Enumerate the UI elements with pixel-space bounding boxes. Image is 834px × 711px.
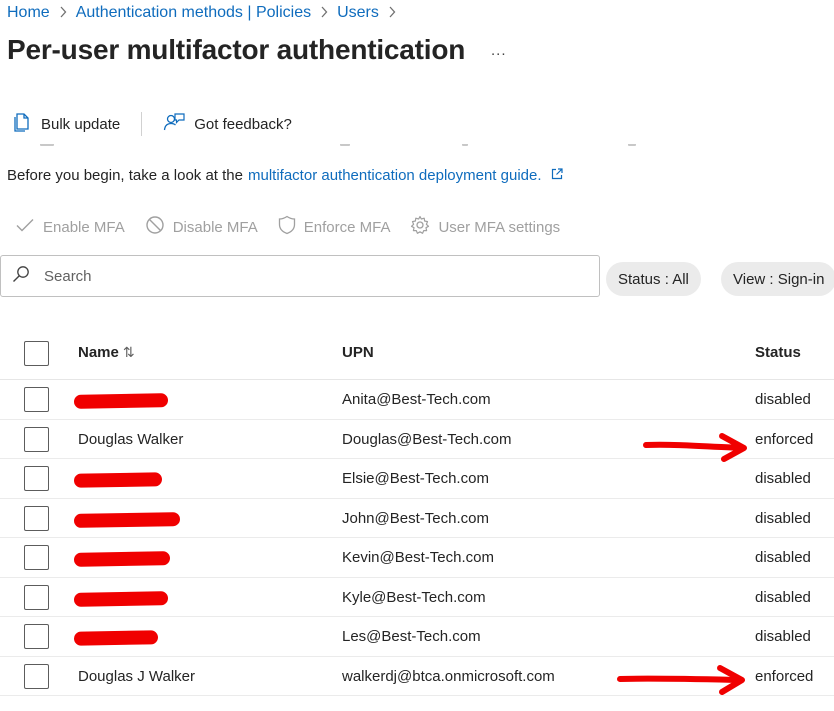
chevron-right-icon <box>388 5 396 21</box>
column-header-status: Status <box>755 344 801 361</box>
row-checkbox[interactable] <box>24 584 49 610</box>
table-header: Name ⇅ UPN Status <box>0 327 834 380</box>
bulk-update-button[interactable]: Bulk update <box>14 112 120 136</box>
breadcrumb-home[interactable]: Home <box>7 4 50 22</box>
table-row[interactable]: Douglas Walker Douglas@Best-Tech.com enf… <box>0 420 834 459</box>
redaction-mark <box>73 551 171 567</box>
mfa-action-bar: Enable MFA Disable MFA Enforce MFA User … <box>15 215 560 239</box>
info-text: Before you begin, take a look at the <box>7 167 243 184</box>
enforce-mfa-button[interactable]: Enforce MFA <box>278 215 391 239</box>
user-status: disabled <box>755 588 811 606</box>
checkmark-icon <box>15 217 35 237</box>
user-upn: Kevin@Best-Tech.com <box>342 549 494 566</box>
row-checkbox[interactable] <box>24 466 49 491</box>
table-row[interactable]: Kevin@Best-Tech.com disabled <box>0 538 834 578</box>
user-upn: Les@Best-Tech.com <box>342 628 481 645</box>
gear-icon <box>410 215 430 239</box>
enable-mfa-label: Enable MFA <box>43 218 125 236</box>
bulk-update-icon <box>14 112 32 136</box>
redaction-mark <box>73 472 163 488</box>
user-upn: Elsie@Best-Tech.com <box>342 470 489 487</box>
row-checkbox[interactable] <box>24 505 49 531</box>
user-name[interactable]: Douglas Walker <box>78 431 183 448</box>
user-status: disabled <box>755 628 811 645</box>
search-input[interactable] <box>44 267 564 285</box>
redaction-mark <box>73 393 169 409</box>
more-options-button[interactable]: ... <box>491 42 507 59</box>
row-checkbox[interactable] <box>24 545 49 570</box>
feedback-label: Got feedback? <box>194 115 292 133</box>
search-icon <box>12 265 30 288</box>
row-checkbox[interactable] <box>24 387 49 412</box>
user-mfa-settings-label: User MFA settings <box>438 218 561 236</box>
status-filter-pill[interactable]: Status : All <box>606 262 701 296</box>
user-upn: Kyle@Best-Tech.com <box>342 588 486 606</box>
table-row[interactable]: John@Best-Tech.com disabled <box>0 499 834 538</box>
deployment-guide-link[interactable]: multifactor authentication deployment gu… <box>248 167 542 184</box>
table-row[interactable]: Douglas J Walker walkerdj@btca.onmicroso… <box>0 657 834 696</box>
user-mfa-settings-button[interactable]: User MFA settings <box>410 215 560 239</box>
user-status: enforced <box>755 430 814 448</box>
shield-icon <box>278 215 296 239</box>
breadcrumb: Home Authentication methods | Policies U… <box>7 4 405 22</box>
table-row[interactable]: Kyle@Best-Tech.com disabled <box>0 578 834 617</box>
toolbar-divider <box>141 112 143 136</box>
row-checkbox[interactable] <box>24 426 49 452</box>
user-name[interactable]: Douglas J Walker <box>78 668 195 685</box>
user-status: disabled <box>755 549 811 566</box>
redaction-mark <box>73 590 169 607</box>
breadcrumb-users[interactable]: Users <box>337 4 379 22</box>
breadcrumb-auth-methods[interactable]: Authentication methods | Policies <box>76 4 311 22</box>
user-status: disabled <box>755 509 811 527</box>
feedback-button[interactable]: Got feedback? <box>163 112 292 136</box>
enable-mfa-button[interactable]: Enable MFA <box>15 217 125 237</box>
table-row[interactable]: Les@Best-Tech.com disabled <box>0 617 834 657</box>
table-row[interactable]: Elsie@Best-Tech.com disabled <box>0 459 834 499</box>
page: Home Authentication methods | Policies U… <box>0 0 834 711</box>
redaction-mark <box>73 511 181 528</box>
user-status: enforced <box>755 667 814 685</box>
user-upn: Anita@Best-Tech.com <box>342 391 491 408</box>
disable-mfa-button[interactable]: Disable MFA <box>145 215 258 239</box>
user-upn: Douglas@Best-Tech.com <box>342 430 512 448</box>
user-status: disabled <box>755 391 811 408</box>
search-box <box>0 255 600 297</box>
row-checkbox[interactable] <box>24 624 49 649</box>
users-table: Name ⇅ UPN Status Anita@Best-Tech.com dis… <box>0 327 834 696</box>
chevron-right-icon <box>59 5 67 21</box>
user-upn: walkerdj@btca.onmicrosoft.com <box>342 667 555 685</box>
clipped-text-line <box>0 144 660 148</box>
row-checkbox[interactable] <box>24 663 49 689</box>
user-status: disabled <box>755 470 811 487</box>
command-bar: Bulk update Got feedback? <box>14 110 292 138</box>
column-header-upn: UPN <box>342 344 374 361</box>
column-header-name[interactable]: Name ⇅ <box>78 344 135 361</box>
select-all-checkbox[interactable] <box>24 341 49 366</box>
view-filter-pill[interactable]: View : Sign-in <box>721 262 834 296</box>
chevron-right-icon <box>320 5 328 21</box>
info-message: Before you begin, take a look at the mul… <box>7 167 563 184</box>
page-title: Per-user multifactor authentication <box>7 34 466 65</box>
bulk-update-label: Bulk update <box>41 115 121 133</box>
column-header-name-label: Name <box>78 344 119 361</box>
user-upn: John@Best-Tech.com <box>342 509 489 527</box>
table-row[interactable]: Anita@Best-Tech.com disabled <box>0 380 834 420</box>
redaction-mark <box>73 630 159 646</box>
sort-icon[interactable]: ⇅ <box>123 344 135 360</box>
external-link-icon[interactable] <box>551 167 563 184</box>
block-icon <box>145 215 165 239</box>
enforce-mfa-label: Enforce MFA <box>303 218 391 236</box>
disable-mfa-label: Disable MFA <box>172 218 258 236</box>
feedback-icon <box>163 112 185 136</box>
